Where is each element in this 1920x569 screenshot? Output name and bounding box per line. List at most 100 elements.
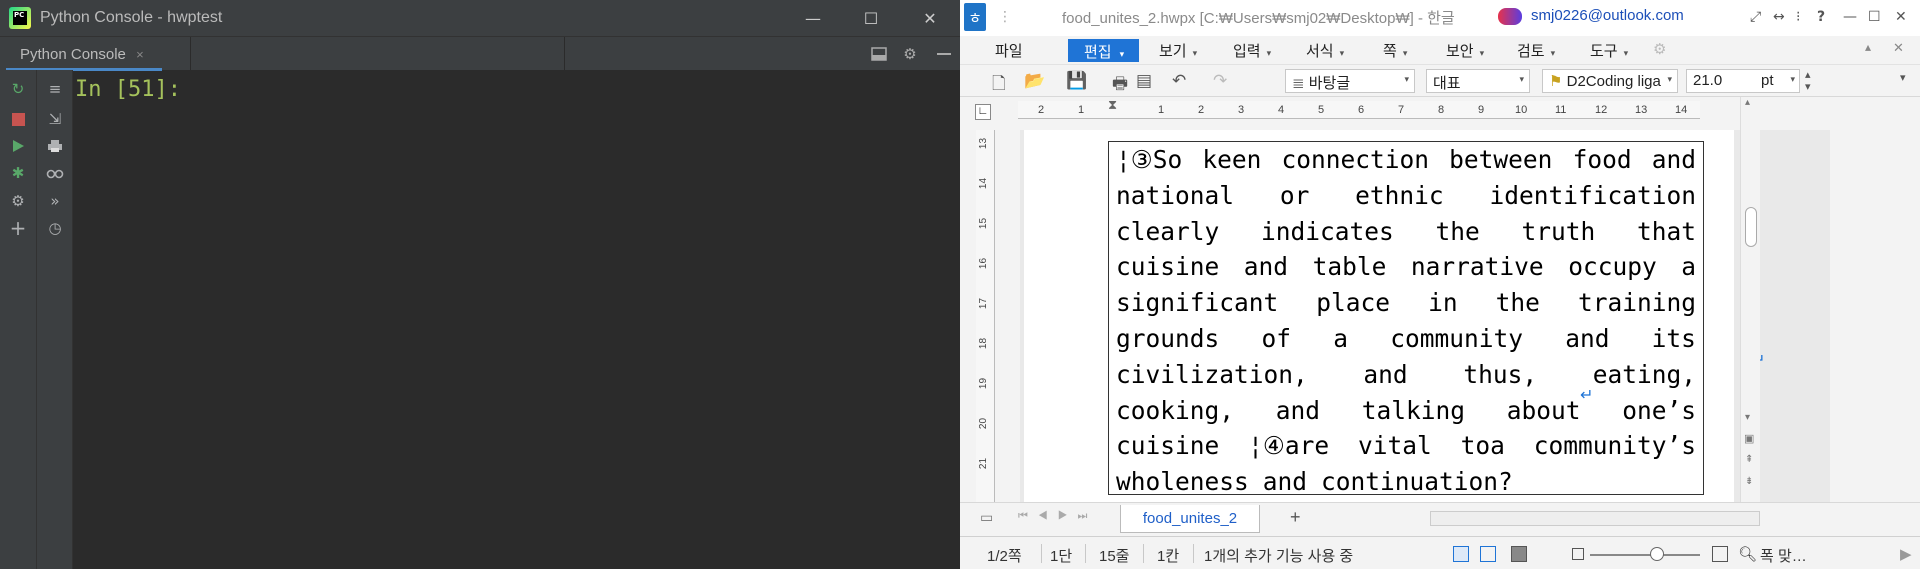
sheet-nav-icon[interactable]: ⏮◀▶⏭ bbox=[1018, 510, 1097, 523]
document-line[interactable]: cuisine and table narrative occupy a bbox=[1116, 249, 1696, 285]
document-line[interactable]: grounds of a community and its bbox=[1116, 321, 1696, 357]
vertical-scroll-thumb[interactable] bbox=[1745, 207, 1757, 247]
status-page[interactable]: 1/2쪽 bbox=[987, 545, 1022, 566]
vertical-ruler[interactable]: 13 14 15 16 17 18 19 20 21 bbox=[976, 130, 995, 502]
zoom-slider-handle[interactable] bbox=[1650, 547, 1664, 561]
console-prompt[interactable]: In [51]: bbox=[75, 77, 181, 102]
variables-icon[interactable] bbox=[44, 162, 66, 184]
history-icon[interactable]: ◷ bbox=[44, 217, 66, 239]
document-line[interactable]: significant place in the training bbox=[1116, 285, 1696, 321]
soft-wrap-icon[interactable]: ≡ bbox=[44, 78, 66, 100]
sheet-tab-food-unites-2[interactable]: food_unites_2 bbox=[1120, 505, 1260, 533]
document-line[interactable]: cuisine ¦④are vital toa community’s bbox=[1116, 428, 1696, 464]
sheet-view-icon[interactable]: ▭ bbox=[980, 509, 993, 526]
menu-tools[interactable]: 도구 ▾ bbox=[1590, 40, 1628, 61]
document-line[interactable]: civilization, and thus, eating, bbox=[1116, 357, 1696, 393]
zoom-in-icon[interactable] bbox=[1712, 546, 1728, 562]
scroll-up-icon[interactable]: ▴ bbox=[1745, 97, 1750, 108]
open-folder-icon[interactable]: 📂 bbox=[1024, 71, 1045, 91]
menu-edit[interactable]: 편집 ▾ bbox=[1068, 39, 1139, 62]
width-view-icon[interactable] bbox=[1480, 546, 1496, 562]
menu-view[interactable]: 보기 ▾ bbox=[1159, 40, 1197, 61]
document-line[interactable]: cooking, and talking about one’s bbox=[1116, 393, 1696, 429]
pycharm-maximize-button[interactable]: ☐ bbox=[841, 0, 901, 36]
document-line[interactable]: wholeness and continuation? bbox=[1116, 464, 1696, 500]
pycharm-close-button[interactable]: ✕ bbox=[900, 0, 960, 36]
document-text[interactable]: ¦③So keen connection between food and national… bbox=[1116, 142, 1696, 500]
font-combo[interactable]: ⚑ D2Coding liga ▾ bbox=[1542, 69, 1678, 93]
left-indent-marker-icon[interactable]: ⧗ bbox=[1108, 97, 1117, 113]
menu-security[interactable]: 보안 ▾ bbox=[1446, 40, 1484, 61]
next-page-icon[interactable]: ⇟ bbox=[1745, 476, 1753, 487]
fullscreen-icon[interactable]: ⤢ bbox=[1750, 9, 1761, 25]
horizontal-ruler[interactable]: 2 1 ⧗ 1 2 3 4 5 6 7 8 9 10 11 12 13 14 bbox=[1018, 97, 1700, 119]
undo-icon[interactable]: ↶ bbox=[1172, 71, 1186, 91]
settings-icon[interactable]: ⁝ bbox=[1796, 9, 1800, 25]
prev-page-icon[interactable]: ⇞ bbox=[1745, 454, 1753, 465]
gear-icon[interactable]: ⚙ bbox=[899, 43, 921, 65]
size-down-icon[interactable]: ▾ bbox=[1805, 80, 1811, 93]
menu-page[interactable]: 쪽 ▾ bbox=[1383, 40, 1407, 61]
pycharm-title-bar[interactable]: PC Python Console - hwptest — ☐ ✕ bbox=[0, 0, 960, 36]
help-icon[interactable]: ? bbox=[1817, 9, 1825, 25]
redo-icon[interactable]: ↷ bbox=[1213, 71, 1227, 91]
minimize-icon[interactable]: — bbox=[1843, 9, 1857, 25]
maximize-icon[interactable]: ☐ bbox=[1868, 9, 1881, 25]
menu-file[interactable]: 파일 bbox=[995, 40, 1023, 61]
vertical-scrollbar[interactable]: ▴ ▾ ▣ ⇞ ⇟ bbox=[1740, 97, 1760, 502]
quick-access-icon[interactable]: ⋮ bbox=[998, 9, 1012, 25]
preview-icon[interactable]: ▤ bbox=[1136, 71, 1152, 91]
document-line[interactable]: national or ethnic identification bbox=[1116, 178, 1696, 214]
document-line[interactable]: ¦③So keen connection between food and bbox=[1116, 142, 1696, 178]
restore-layout-icon[interactable] bbox=[868, 43, 890, 65]
rerun-icon[interactable]: ↻ bbox=[7, 78, 29, 100]
tab-python-console[interactable]: Python Console × bbox=[0, 37, 163, 71]
zoom-out-icon[interactable] bbox=[1572, 548, 1584, 560]
menu-format[interactable]: 서식 ▾ bbox=[1306, 40, 1344, 61]
zoom-level[interactable]: 폭 맞… bbox=[1760, 545, 1807, 566]
style-combo-value: 바탕글 bbox=[1308, 75, 1351, 92]
add-sheet-icon[interactable]: + bbox=[1290, 507, 1301, 528]
full-page-view-icon[interactable] bbox=[1511, 546, 1527, 562]
status-line[interactable]: 15줄 bbox=[1099, 545, 1130, 566]
scroll-down-icon[interactable]: ▾ bbox=[1745, 412, 1750, 423]
zoom-icon[interactable]: 🔍︎ bbox=[1738, 545, 1757, 563]
close-icon[interactable]: ✕ bbox=[1895, 9, 1907, 25]
scroll-to-end-icon[interactable]: ⇲ bbox=[44, 108, 66, 130]
add-icon[interactable]: + bbox=[7, 216, 29, 240]
toolbar-expand-icon[interactable]: ▾ bbox=[1900, 71, 1906, 84]
settings-icon[interactable]: ⚙ bbox=[7, 190, 29, 212]
split-view-icon[interactable]: ↔ bbox=[1773, 9, 1785, 25]
ribbon-close-icon[interactable]: ✕ bbox=[1893, 40, 1904, 56]
category-combo[interactable]: 대표 ▾ bbox=[1426, 69, 1530, 93]
hide-panel-icon[interactable] bbox=[933, 43, 955, 65]
font-size-combo[interactable]: 21.0 pt ▾ bbox=[1686, 69, 1800, 93]
style-combo[interactable]: ≣ 바탕글 ▾ bbox=[1285, 69, 1415, 93]
horizontal-scrollbar[interactable] bbox=[1430, 511, 1760, 526]
print-icon[interactable]: 🖶 bbox=[1112, 71, 1128, 100]
debug-icon[interactable]: ✱ bbox=[7, 162, 29, 184]
status-col-pos[interactable]: 1칸 bbox=[1157, 545, 1179, 566]
document-line[interactable]: clearly indicates the truth that bbox=[1116, 214, 1696, 250]
normal-view-icon[interactable] bbox=[1453, 546, 1469, 562]
execute-history-icon[interactable]: » bbox=[44, 190, 66, 212]
account-email[interactable]: smj0226@outlook.com bbox=[1531, 7, 1684, 24]
save-icon[interactable]: 💾 bbox=[1066, 71, 1087, 91]
run-icon[interactable] bbox=[7, 135, 29, 157]
tab-type-icon[interactable]: ∟ bbox=[975, 104, 991, 120]
extension-icon[interactable]: ⚙ bbox=[1653, 40, 1666, 58]
menu-insert[interactable]: 입력 ▾ bbox=[1233, 40, 1271, 61]
status-message[interactable]: 1개의 추가 기능 사용 중 bbox=[1204, 545, 1353, 566]
hwp-title-bar[interactable]: ㅎ ⋮ food_unites_2.hwpx [C:₩Users₩smj02₩D… bbox=[960, 0, 1920, 36]
stop-icon[interactable] bbox=[7, 108, 29, 130]
page-view-icon[interactable]: ▣ bbox=[1744, 432, 1754, 445]
status-column[interactable]: 1단 bbox=[1050, 545, 1072, 566]
pycharm-minimize-button[interactable]: — bbox=[783, 0, 843, 36]
status-more-icon[interactable]: ▶ bbox=[1900, 545, 1912, 563]
new-document-icon[interactable]: 🗋 bbox=[992, 71, 1006, 100]
tab-close-icon[interactable]: × bbox=[136, 47, 144, 62]
zoom-slider[interactable] bbox=[1590, 554, 1700, 556]
menu-review[interactable]: 검토 ▾ bbox=[1517, 40, 1555, 61]
collapse-ribbon-icon[interactable]: ▴ bbox=[1865, 40, 1871, 54]
print-icon[interactable] bbox=[44, 135, 66, 157]
